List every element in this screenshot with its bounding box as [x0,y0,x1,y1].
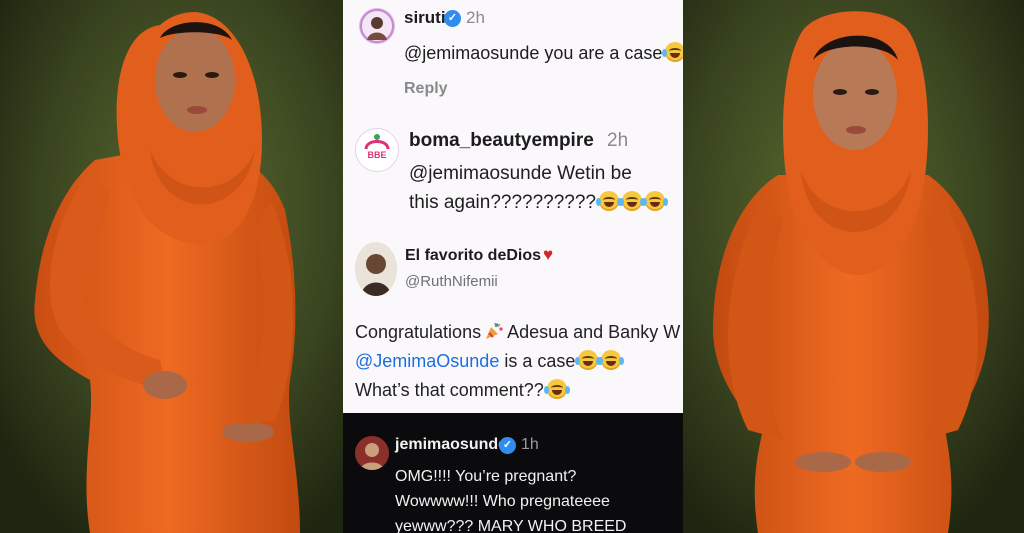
tweet-handle[interactable]: @RuthNifemii [405,273,498,290]
tweet-line-text: What’s that comment?? [355,380,544,400]
avatar[interactable] [355,242,397,296]
comment-text: @jemimaosunde Wetin be this again???????… [409,159,669,217]
tears-of-joy-emoji-icon [596,191,623,211]
verified-badge-icon: ✓ [444,10,461,27]
comment-line-text: this again?????????? [409,192,597,213]
comment-time: 2h [466,8,485,27]
comment-username[interactable]: siruti [404,8,446,28]
tweet-line: What’s that comment?? [355,376,680,405]
comment-text-body: @jemimaosunde you are a case [404,43,663,63]
comment-line: yewww??? MARY WHO BREED [395,518,627,533]
comment-time: 2h [607,130,629,151]
tears-of-joy-emoji-icon [619,191,646,211]
tweet-mention-link[interactable]: @JemimaOsunde [355,351,499,371]
comment-username[interactable]: boma_beautyempire [409,130,594,152]
avatar[interactable] [355,436,389,470]
comment-line: this again?????????? [409,188,669,217]
comment-line: OMG!!!! You’re pregnant? [395,468,577,485]
tweet-line-text: is a case [504,351,576,371]
verified-badge-icon: ✓ [499,437,516,454]
tweet-display-name-text: El favorito deDios [405,247,542,264]
tears-of-joy-emoji-icon [662,42,683,62]
comment-time: 1h [521,436,539,453]
tweet-text: Congratulations Adesua and Banky W @Jemim… [355,318,680,405]
red-heart-icon: ♥ [543,245,554,264]
tears-of-joy-emoji-icon [598,350,625,370]
comment-username[interactable]: jemimaosunde [395,436,507,454]
reply-button[interactable]: Reply [404,80,448,98]
tears-of-joy-emoji-icon [642,191,669,211]
tweet-display-name[interactable]: El favorito deDios ♥ [405,245,553,265]
tweet-line-text: Adesua and Banky W [507,322,681,342]
comment-line: @jemimaosunde Wetin be [409,163,632,184]
party-popper-icon [486,322,503,339]
left-photo [0,0,343,533]
tweet-line: Congratulations Adesua and Banky W [355,318,680,347]
right-photo [683,0,1024,533]
tweet-line: @JemimaOsunde is a case [355,347,680,376]
comment-text: OMG!!!! You’re pregnant? Wowwww!!! Who p… [395,464,626,533]
tears-of-joy-emoji-icon [543,379,570,399]
tweet-line-text: Congratulations [355,322,482,342]
comment-text: @jemimaosunde you are a case [404,42,683,64]
comment-line: Wowwww!!! Who pregnateeee [395,493,610,510]
svg-text:BBE: BBE [367,150,386,160]
avatar[interactable] [359,8,395,44]
avatar[interactable]: BBE [355,128,399,172]
tears-of-joy-emoji-icon [575,350,602,370]
comment-screenshot-collage: siruti ✓ 2h @jemimaosunde you are a case… [343,0,683,533]
